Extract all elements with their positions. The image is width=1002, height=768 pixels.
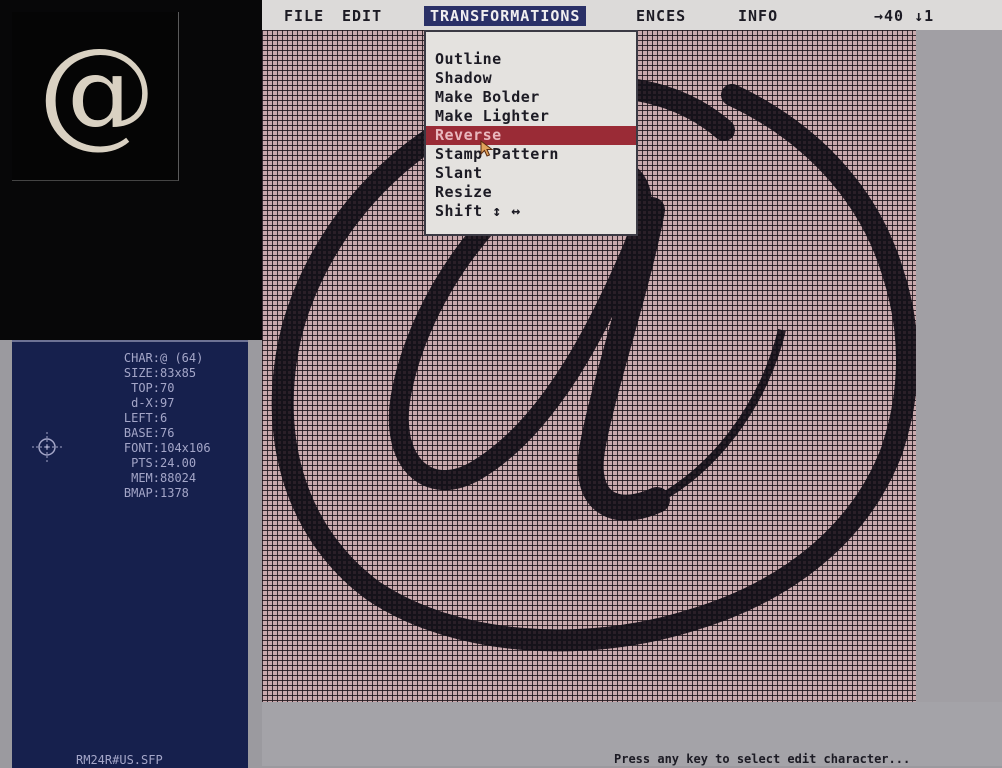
info-key: FONT: <box>123 441 160 455</box>
character-preview-glyph: @ <box>38 22 156 160</box>
character-preview-box: @ <box>12 12 179 181</box>
menu-item-shadow[interactable]: Shadow <box>426 69 636 88</box>
info-key: TOP: <box>131 381 160 395</box>
menu-item-stamp-pattern[interactable]: Stamp Pattern <box>426 145 636 164</box>
info-row-dx: d-X: 97 <box>12 396 248 411</box>
info-key: SIZE: <box>123 366 160 380</box>
info-row-top: TOP: 70 <box>12 381 248 396</box>
info-key: d-X: <box>131 396 160 410</box>
menu-bar: FILE EDIT TRANSFORMATIONS ENCES INFO →40… <box>262 0 1002 33</box>
info-value: 97 <box>160 396 175 410</box>
info-value: 76 <box>160 426 175 440</box>
crosshair-icon <box>32 432 62 462</box>
menu-item-make-lighter[interactable]: Make Lighter <box>426 107 636 126</box>
info-value: 88024 <box>160 471 197 485</box>
character-preview-pane: @ <box>0 0 262 340</box>
info-value: 24.00 <box>160 456 197 470</box>
info-key: MEM: <box>131 471 160 485</box>
font-filename: RM24R#US.SFP <box>76 753 163 767</box>
character-info-panel: CHAR: @ (64) SIZE: 83x85 TOP: 70 d-X: 97… <box>12 340 248 768</box>
menu-item-outline[interactable]: Outline <box>426 50 636 69</box>
info-key: BASE: <box>123 426 160 440</box>
info-value: 6 <box>160 411 168 425</box>
info-row-mem: MEM: 88024 <box>12 471 248 486</box>
right-margin-area <box>916 30 1002 702</box>
status-message: Press any key to select edit character..… <box>614 752 911 766</box>
info-key: BMAP: <box>123 486 160 500</box>
cursor-position-indicator: →40 ↓1 <box>874 7 935 25</box>
info-row-char: CHAR: @ (64) <box>12 351 248 366</box>
info-value: @ (64) <box>160 351 204 365</box>
menu-transformations[interactable]: TRANSFORMATIONS <box>424 6 587 26</box>
info-key: CHAR: <box>123 351 160 365</box>
info-value: 1378 <box>160 486 189 500</box>
menu-info[interactable]: INFO <box>738 7 778 25</box>
menu-item-slant[interactable]: Slant <box>426 164 636 183</box>
info-row-left: LEFT: 6 <box>12 411 248 426</box>
info-row-size: SIZE: 83x85 <box>12 366 248 381</box>
menu-item-make-bolder[interactable]: Make Bolder <box>426 88 636 107</box>
info-value: 104x106 <box>160 441 211 455</box>
menu-preferences[interactable]: ENCES <box>636 7 686 25</box>
info-key: LEFT: <box>123 411 160 425</box>
menu-file[interactable]: FILE <box>284 7 324 25</box>
menu-item-shift[interactable]: Shift ↕ ↔ <box>426 202 636 221</box>
info-key: PTS: <box>131 456 160 470</box>
menu-item-resize[interactable]: Resize <box>426 183 636 202</box>
menu-edit[interactable]: EDIT <box>342 7 382 25</box>
mouse-pointer-icon <box>480 140 494 157</box>
info-value: 83x85 <box>160 366 197 380</box>
info-row-bmap: BMAP: 1378 <box>12 486 248 501</box>
menu-item-reverse[interactable]: Reverse <box>426 126 636 145</box>
transformations-dropdown-menu: Outline Shadow Make Bolder Make Lighter … <box>424 30 638 236</box>
info-value: 70 <box>160 381 175 395</box>
